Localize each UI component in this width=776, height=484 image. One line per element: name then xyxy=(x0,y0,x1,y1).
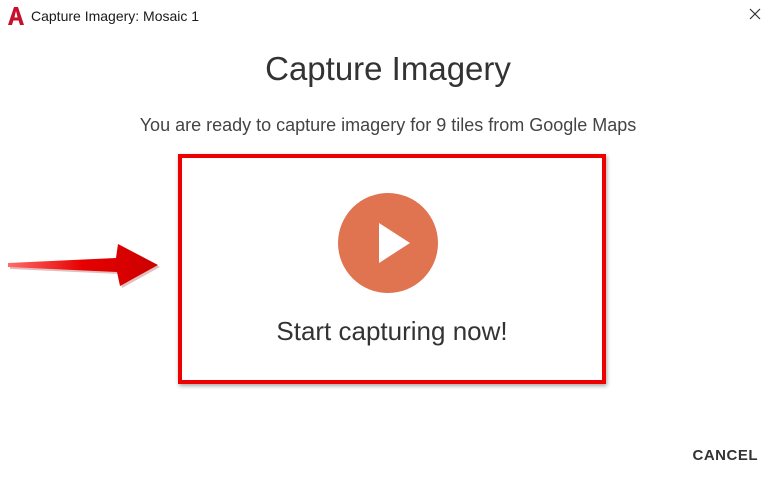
page-title: Capture Imagery xyxy=(265,50,511,87)
start-capture-button[interactable]: Start capturing now! xyxy=(178,154,606,384)
annotation-arrow-icon xyxy=(8,244,160,288)
autocad-logo-icon xyxy=(8,7,24,25)
start-capture-label: Start capturing now! xyxy=(276,316,508,346)
close-icon xyxy=(749,7,761,25)
window-title: Capture Imagery: Mosaic 1 xyxy=(31,8,200,24)
title-bar: Capture Imagery: Mosaic 1 xyxy=(0,0,776,32)
close-button[interactable] xyxy=(742,3,768,29)
capture-summary-text: You are ready to capture imagery for 9 t… xyxy=(139,115,637,135)
cancel-button[interactable]: CANCEL xyxy=(693,447,759,464)
play-icon xyxy=(379,223,410,263)
play-button[interactable] xyxy=(338,193,438,293)
capture-imagery-dialog: Capture Imagery: Mosaic 1 Capture Imager… xyxy=(0,0,776,484)
